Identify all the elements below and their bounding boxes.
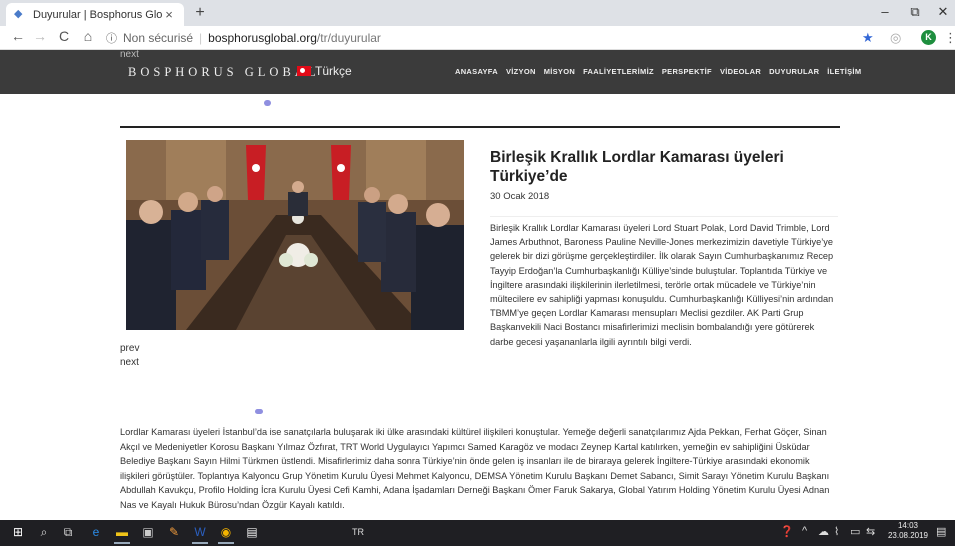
header-next-link[interactable]: next — [120, 49, 139, 60]
slider-indicator[interactable] — [264, 100, 271, 106]
taskbar-clock[interactable]: 14:03 23.08.2019 — [884, 521, 932, 541]
tab-close-icon[interactable]: × — [162, 7, 176, 22]
windows-start-icon[interactable]: ⊞ — [10, 524, 26, 540]
section-divider — [120, 126, 840, 128]
next-link[interactable]: next — [120, 357, 139, 368]
bookmark-star-icon[interactable]: ★ — [862, 30, 874, 46]
task-view-icon[interactable]: ⧉ — [60, 524, 76, 540]
network-icon[interactable]: ⇆ — [866, 525, 875, 538]
nav-duyurular[interactable]: DUYURULAR — [769, 67, 819, 76]
site-favicon-icon: ◆ — [14, 8, 23, 20]
nav-vizyon[interactable]: VİZYON — [506, 67, 536, 76]
file-explorer-icon[interactable]: ▬ — [114, 524, 130, 544]
address-bar[interactable]: ⓘ Non sécurisé | bosphorusglobal.org/tr/… — [106, 29, 886, 47]
article-body: Lordlar Kamarası üyeleri İstanbul’da ise… — [120, 427, 830, 510]
nav-misyon[interactable]: MİSYON — [544, 67, 575, 76]
maximize-button[interactable]: ⧉ — [900, 4, 930, 20]
close-window-button[interactable]: ✕ — [928, 4, 955, 20]
chrome-icon[interactable]: ◉ — [218, 524, 234, 544]
url-host: bosphorusglobal.org — [208, 31, 317, 45]
tab-title: Duyurular | Bosphorus Global — [33, 8, 162, 21]
nav-perspektif[interactable]: PERSPEKTİF — [662, 67, 712, 76]
home-icon[interactable]: ⌂ — [78, 28, 98, 44]
profile-avatar[interactable]: K — [921, 30, 936, 45]
title-divider — [490, 216, 838, 217]
forward-arrow-icon[interactable]: → — [30, 28, 50, 44]
security-label: Non sécurisé — [123, 31, 194, 45]
info-icon[interactable]: ⓘ — [106, 30, 117, 46]
wifi-icon[interactable]: ⌇ — [834, 525, 839, 538]
new-tab-button[interactable]: + — [190, 4, 210, 22]
word-icon[interactable]: W — [192, 524, 208, 544]
article-title: Birleşik Krallık Lordlar Kamarası üyeler… — [490, 149, 784, 185]
article-date: 30 Ocak 2018 — [490, 191, 550, 202]
cloud-icon[interactable]: ☁ — [818, 525, 829, 538]
address-separator: | — [199, 31, 203, 45]
clock-date: 23.08.2019 — [887, 531, 929, 540]
nav-faaliyetlerimiz[interactable]: FAALİYETLERİMİZ — [583, 67, 654, 76]
prev-link[interactable]: prev — [120, 343, 139, 354]
tray-chevron-icon[interactable]: ^ — [802, 525, 807, 537]
help-icon[interactable]: ❓ — [780, 525, 794, 538]
browser-menu-icon[interactable]: ⋮ — [944, 30, 955, 46]
battery-icon[interactable]: ▭ — [850, 525, 860, 538]
browser-tab[interactable]: ◆ Duyurular | Bosphorus Global × — [6, 3, 184, 26]
edge-browser-icon[interactable]: e — [88, 524, 104, 540]
language-selector[interactable]: Türkçe — [297, 64, 352, 78]
store-icon[interactable]: ▣ — [140, 524, 156, 540]
turkish-flag-icon — [297, 66, 311, 76]
url-path: /tr/duyurular — [316, 31, 381, 45]
back-arrow-icon[interactable]: ← — [8, 28, 28, 44]
tray-language[interactable]: TR — [352, 527, 364, 537]
reload-icon[interactable]: C — [54, 28, 74, 44]
slider-indicator-2[interactable] — [255, 409, 263, 414]
paint-icon[interactable]: ✎ — [166, 524, 182, 540]
extension-icon[interactable]: ◎ — [890, 30, 901, 46]
notifications-icon[interactable]: ▤ — [936, 525, 946, 538]
search-icon[interactable]: ⌕ — [36, 524, 52, 540]
clock-time: 14:03 — [897, 521, 919, 530]
main-nav: ANASAYFA VİZYON MİSYON FAALİYETLERİMİZ P… — [455, 67, 861, 76]
nav-videolar[interactable]: VİDEOLAR — [720, 67, 761, 76]
nav-iletisim[interactable]: İLETİŞİM — [827, 67, 861, 76]
article-photo — [126, 140, 464, 330]
minimize-button[interactable]: – — [870, 4, 900, 19]
article-summary: Birleşik Krallık Lordlar Kamarası üyeler… — [490, 223, 834, 347]
nav-anasayfa[interactable]: ANASAYFA — [455, 67, 498, 76]
briefcase-icon[interactable]: ▤ — [244, 524, 260, 540]
language-label: Türkçe — [315, 64, 352, 78]
site-logo[interactable]: BOSPHORUS GLOBAL — [128, 65, 319, 80]
browser-toolbar: ← → C ⌂ ⓘ Non sécurisé | bosphorusglobal… — [0, 26, 955, 50]
